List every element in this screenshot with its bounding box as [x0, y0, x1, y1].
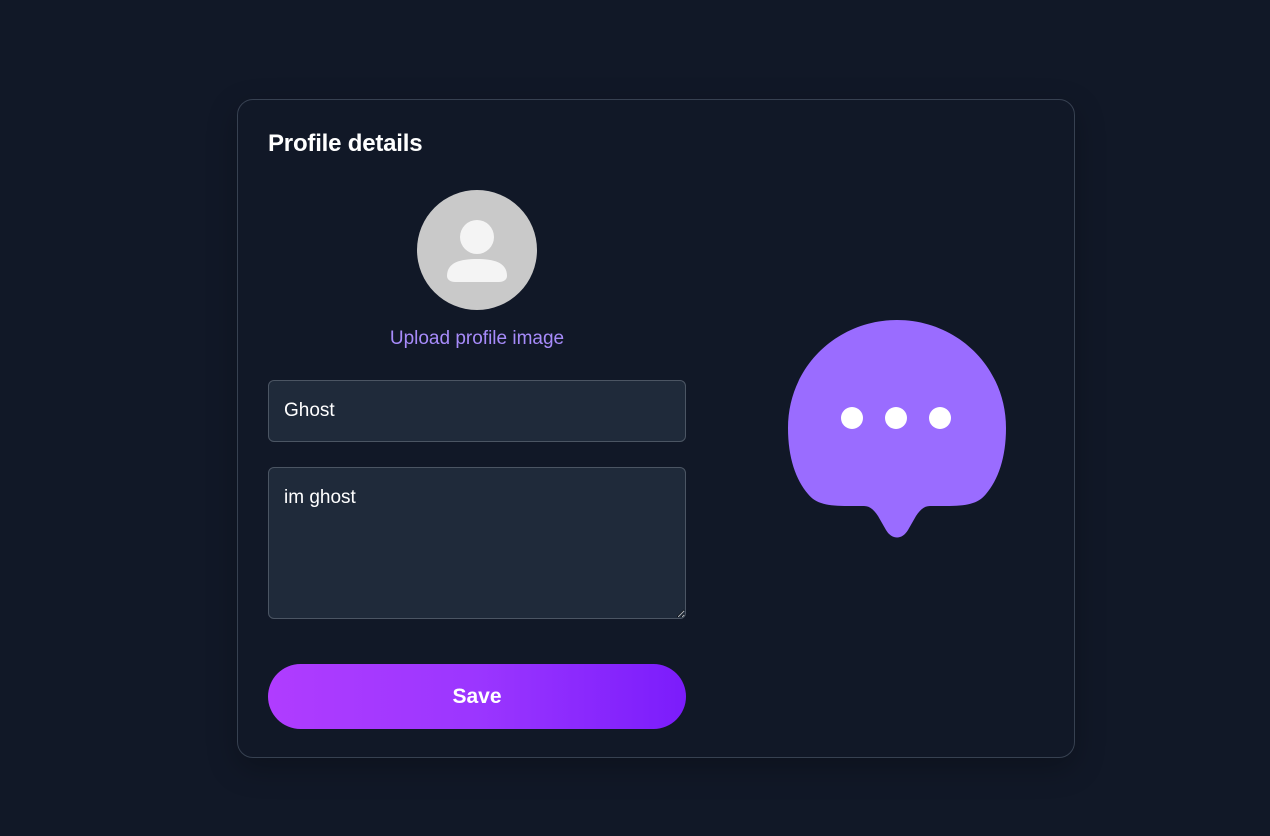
card-title: Profile details — [268, 130, 423, 157]
bio-textarea[interactable]: im ghost — [268, 467, 686, 619]
chat-illustration — [786, 318, 1008, 542]
chat-bubble-typing-icon — [788, 320, 1006, 538]
name-input[interactable] — [268, 380, 686, 442]
avatar[interactable] — [417, 190, 537, 310]
user-silhouette-icon — [447, 220, 507, 282]
upload-profile-image-link[interactable]: Upload profile image — [268, 328, 686, 350]
save-button[interactable]: Save — [268, 664, 686, 729]
profile-card: Profile details Upload profile image im … — [237, 99, 1075, 758]
